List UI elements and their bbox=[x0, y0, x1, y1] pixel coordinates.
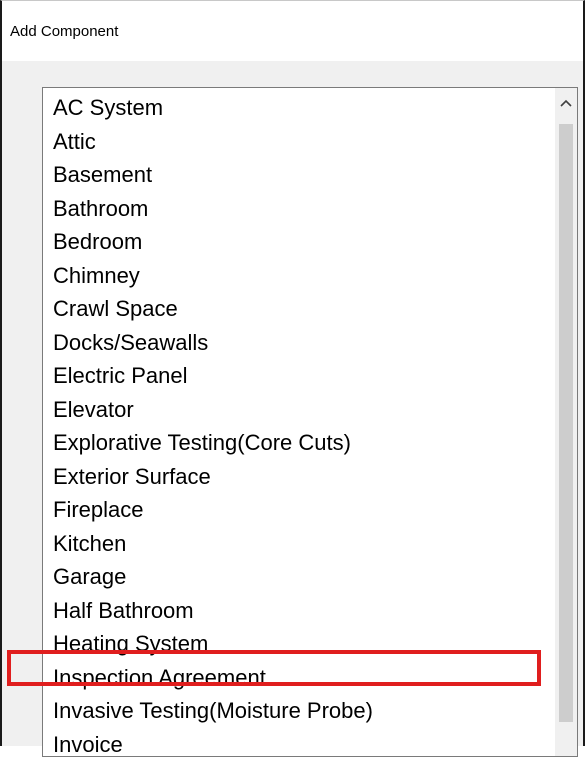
list-item-invasive-testing[interactable]: Invasive Testing(Moisture Probe) bbox=[43, 694, 557, 728]
dialog-title: Add Component bbox=[10, 23, 118, 40]
list-item-attic[interactable]: Attic bbox=[43, 125, 557, 159]
list-item-explorative-testing[interactable]: Explorative Testing(Core Cuts) bbox=[43, 426, 557, 460]
list-item-bedroom[interactable]: Bedroom bbox=[43, 225, 557, 259]
list-item-chimney[interactable]: Chimney bbox=[43, 259, 557, 293]
list-item-fireplace[interactable]: Fireplace bbox=[43, 493, 557, 527]
list-item-kitchen[interactable]: Kitchen bbox=[43, 527, 557, 561]
list-item-electric-panel[interactable]: Electric Panel bbox=[43, 359, 557, 393]
list-item-garage[interactable]: Garage bbox=[43, 560, 557, 594]
list-item-ac-system[interactable]: AC System bbox=[43, 91, 557, 125]
scroll-up-button[interactable] bbox=[555, 88, 577, 118]
list-item-crawl-space[interactable]: Crawl Space bbox=[43, 292, 557, 326]
vertical-scrollbar[interactable] bbox=[555, 88, 577, 756]
list-item-bathroom[interactable]: Bathroom bbox=[43, 192, 557, 226]
scrollbar-thumb[interactable] bbox=[559, 124, 573, 722]
list-item-invoice[interactable]: Invoice bbox=[43, 728, 557, 757]
list-item-half-bathroom[interactable]: Half Bathroom bbox=[43, 594, 557, 628]
list-item-heating-system[interactable]: Heating System bbox=[43, 627, 557, 661]
chevron-up-icon bbox=[560, 99, 572, 107]
list-item-exterior-surface[interactable]: Exterior Surface bbox=[43, 460, 557, 494]
list-item-inspection-agreement[interactable]: Inspection Agreement bbox=[43, 661, 557, 695]
list-item-elevator[interactable]: Elevator bbox=[43, 393, 557, 427]
dialog-titlebar: Add Component bbox=[2, 1, 583, 61]
component-listbox[interactable]: AC System Attic Basement Bathroom Bedroo… bbox=[42, 87, 578, 757]
component-list: AC System Attic Basement Bathroom Bedroo… bbox=[43, 91, 557, 757]
list-item-basement[interactable]: Basement bbox=[43, 158, 557, 192]
list-item-docks-seawalls[interactable]: Docks/Seawalls bbox=[43, 326, 557, 360]
